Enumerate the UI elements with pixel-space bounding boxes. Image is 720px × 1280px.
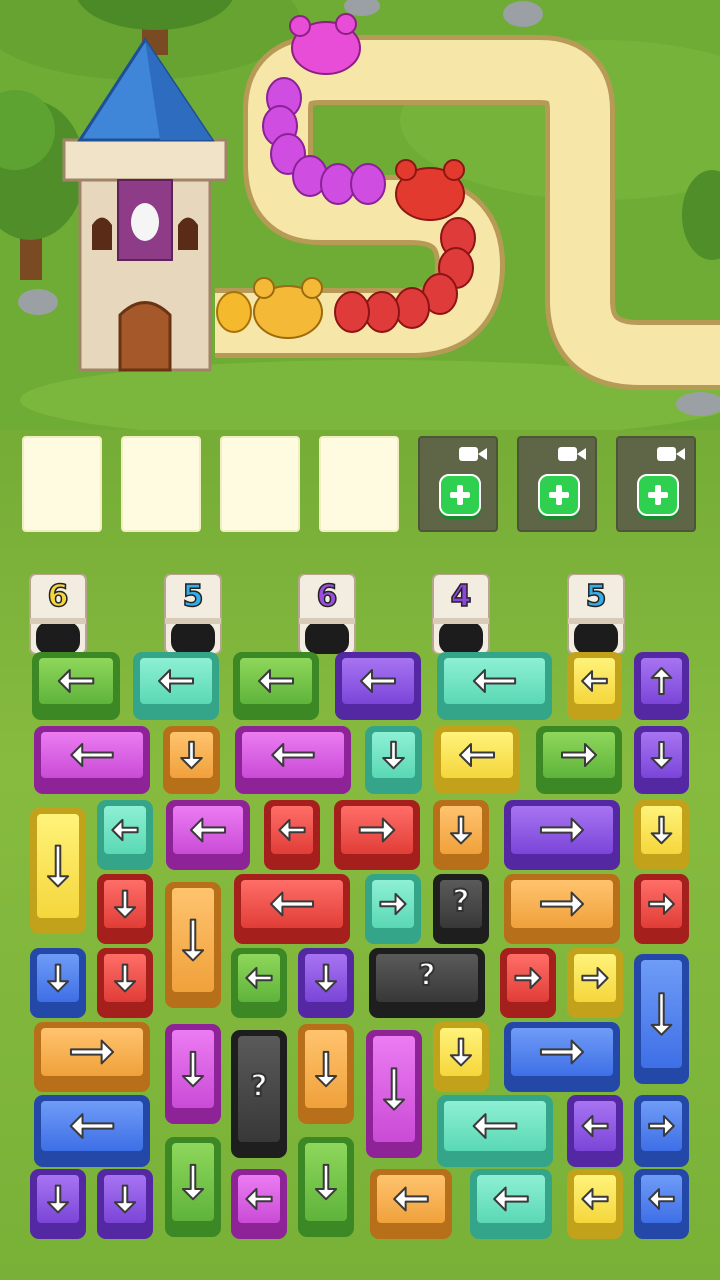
purple-arrow-tile-right[interactable] xyxy=(504,800,620,870)
gate-count: 6 xyxy=(47,578,69,615)
exit-gate: 6 xyxy=(28,573,88,655)
yellow-monster xyxy=(253,277,323,339)
red-arrow-tile-right[interactable] xyxy=(500,948,556,1018)
green-arrow-tile-down[interactable] xyxy=(165,1137,221,1237)
yellow-arrow-tile-down[interactable] xyxy=(30,808,86,934)
exit-gate: 4 xyxy=(431,573,491,655)
magenta-arrow-tile-left[interactable] xyxy=(34,726,150,794)
red-arrow-tile-down[interactable] xyxy=(97,874,153,944)
green-arrow-tile-down[interactable] xyxy=(298,1137,354,1237)
magenta-arrow-tile-left[interactable] xyxy=(166,800,250,870)
mystery-tile[interactable]: ? xyxy=(231,1030,287,1158)
game-stage: 6 5 6 4 5 ??? xyxy=(0,0,720,1280)
purple-arrow-tile-down[interactable] xyxy=(298,948,354,1018)
add-slot-plus-icon[interactable] xyxy=(439,474,481,516)
teal-arrow-tile-left[interactable] xyxy=(437,1095,553,1167)
teal-arrow-tile-left[interactable] xyxy=(470,1169,552,1239)
exit-gate: 5 xyxy=(163,573,223,655)
blue-arrow-tile-right[interactable] xyxy=(504,1022,620,1092)
video-camera-icon xyxy=(458,445,488,463)
exit-gate: 5 xyxy=(566,573,626,655)
teal-arrow-tile-right[interactable] xyxy=(365,874,421,944)
video-camera-icon xyxy=(557,445,587,463)
purple-arrow-tile-down[interactable] xyxy=(634,726,689,794)
question-mark-icon: ? xyxy=(249,1068,268,1105)
green-arrow-tile-left[interactable] xyxy=(32,652,120,720)
orange-arrow-tile-down[interactable] xyxy=(298,1024,354,1124)
purple-arrow-tile-down[interactable] xyxy=(97,1169,153,1239)
blue-arrow-tile-left[interactable] xyxy=(34,1095,150,1167)
teal-arrow-tile-down[interactable] xyxy=(365,726,422,794)
magenta-arrow-tile-left[interactable] xyxy=(231,1169,287,1239)
mystery-tile[interactable]: ? xyxy=(369,948,485,1018)
blue-arrow-tile-down[interactable] xyxy=(634,954,689,1084)
magenta-arrow-tile-left[interactable] xyxy=(235,726,351,794)
mystery-tile[interactable]: ? xyxy=(433,874,489,944)
orange-arrow-tile-down[interactable] xyxy=(165,882,221,1008)
locked-slot[interactable] xyxy=(616,436,696,532)
red-arrow-tile-left[interactable] xyxy=(234,874,350,944)
scenery xyxy=(0,0,720,430)
green-arrow-tile-left[interactable] xyxy=(231,948,287,1018)
green-arrow-tile-left[interactable] xyxy=(233,652,319,720)
gate-count: 5 xyxy=(585,578,607,615)
teal-arrow-tile-left[interactable] xyxy=(97,800,153,870)
empty-slot xyxy=(121,436,201,532)
pink-monster xyxy=(289,13,361,75)
add-slot-plus-icon[interactable] xyxy=(637,474,679,516)
teal-arrow-tile-left[interactable] xyxy=(437,652,552,720)
add-slot-plus-icon[interactable] xyxy=(538,474,580,516)
empty-slot xyxy=(319,436,399,532)
yellow-ball xyxy=(216,291,252,333)
empty-slot xyxy=(220,436,300,532)
purple-arrow-tile-left[interactable] xyxy=(335,652,421,720)
video-camera-icon xyxy=(656,445,686,463)
teal-arrow-tile-left[interactable] xyxy=(133,652,219,720)
yellow-arrow-tile-left[interactable] xyxy=(434,726,520,794)
orange-arrow-tile-right[interactable] xyxy=(34,1022,150,1092)
orange-arrow-tile-down[interactable] xyxy=(163,726,220,794)
orange-arrow-tile-down[interactable] xyxy=(433,800,489,870)
red-arrow-tile-right[interactable] xyxy=(334,800,420,870)
gate-count: 4 xyxy=(450,578,472,615)
yellow-arrow-tile-down[interactable] xyxy=(634,800,689,870)
empty-slot xyxy=(22,436,102,532)
yellow-arrow-tile-down[interactable] xyxy=(433,1022,489,1092)
orange-arrow-tile-left[interactable] xyxy=(370,1169,452,1239)
magenta-arrow-tile-down[interactable] xyxy=(165,1024,221,1124)
question-mark-icon: ? xyxy=(417,957,436,994)
red-monster xyxy=(395,159,465,221)
orange-arrow-tile-right[interactable] xyxy=(504,874,620,944)
locked-slot[interactable] xyxy=(418,436,498,532)
magenta-arrow-tile-down[interactable] xyxy=(366,1030,422,1158)
yellow-arrow-tile-left[interactable] xyxy=(567,652,622,720)
purple-arrow-tile-left[interactable] xyxy=(567,1095,623,1167)
gate-count: 6 xyxy=(316,578,338,615)
red-arrow-tile-left[interactable] xyxy=(264,800,320,870)
yellow-arrow-tile-right[interactable] xyxy=(567,948,623,1018)
blue-arrow-tile-down[interactable] xyxy=(30,948,86,1018)
red-arrow-tile-down[interactable] xyxy=(97,948,153,1018)
red-arrow-tile-right[interactable] xyxy=(634,874,689,944)
green-arrow-tile-right[interactable] xyxy=(536,726,622,794)
yellow-arrow-tile-left[interactable] xyxy=(567,1169,623,1239)
blue-arrow-tile-right[interactable] xyxy=(634,1095,689,1167)
purple-arrow-tile-down[interactable] xyxy=(30,1169,86,1239)
locked-slot[interactable] xyxy=(517,436,597,532)
purple-arrow-tile-up[interactable] xyxy=(634,652,689,720)
question-mark-icon: ? xyxy=(451,883,470,920)
exit-gate: 6 xyxy=(297,573,357,655)
blue-arrow-tile-left[interactable] xyxy=(634,1169,689,1239)
gate-count: 5 xyxy=(182,578,204,615)
